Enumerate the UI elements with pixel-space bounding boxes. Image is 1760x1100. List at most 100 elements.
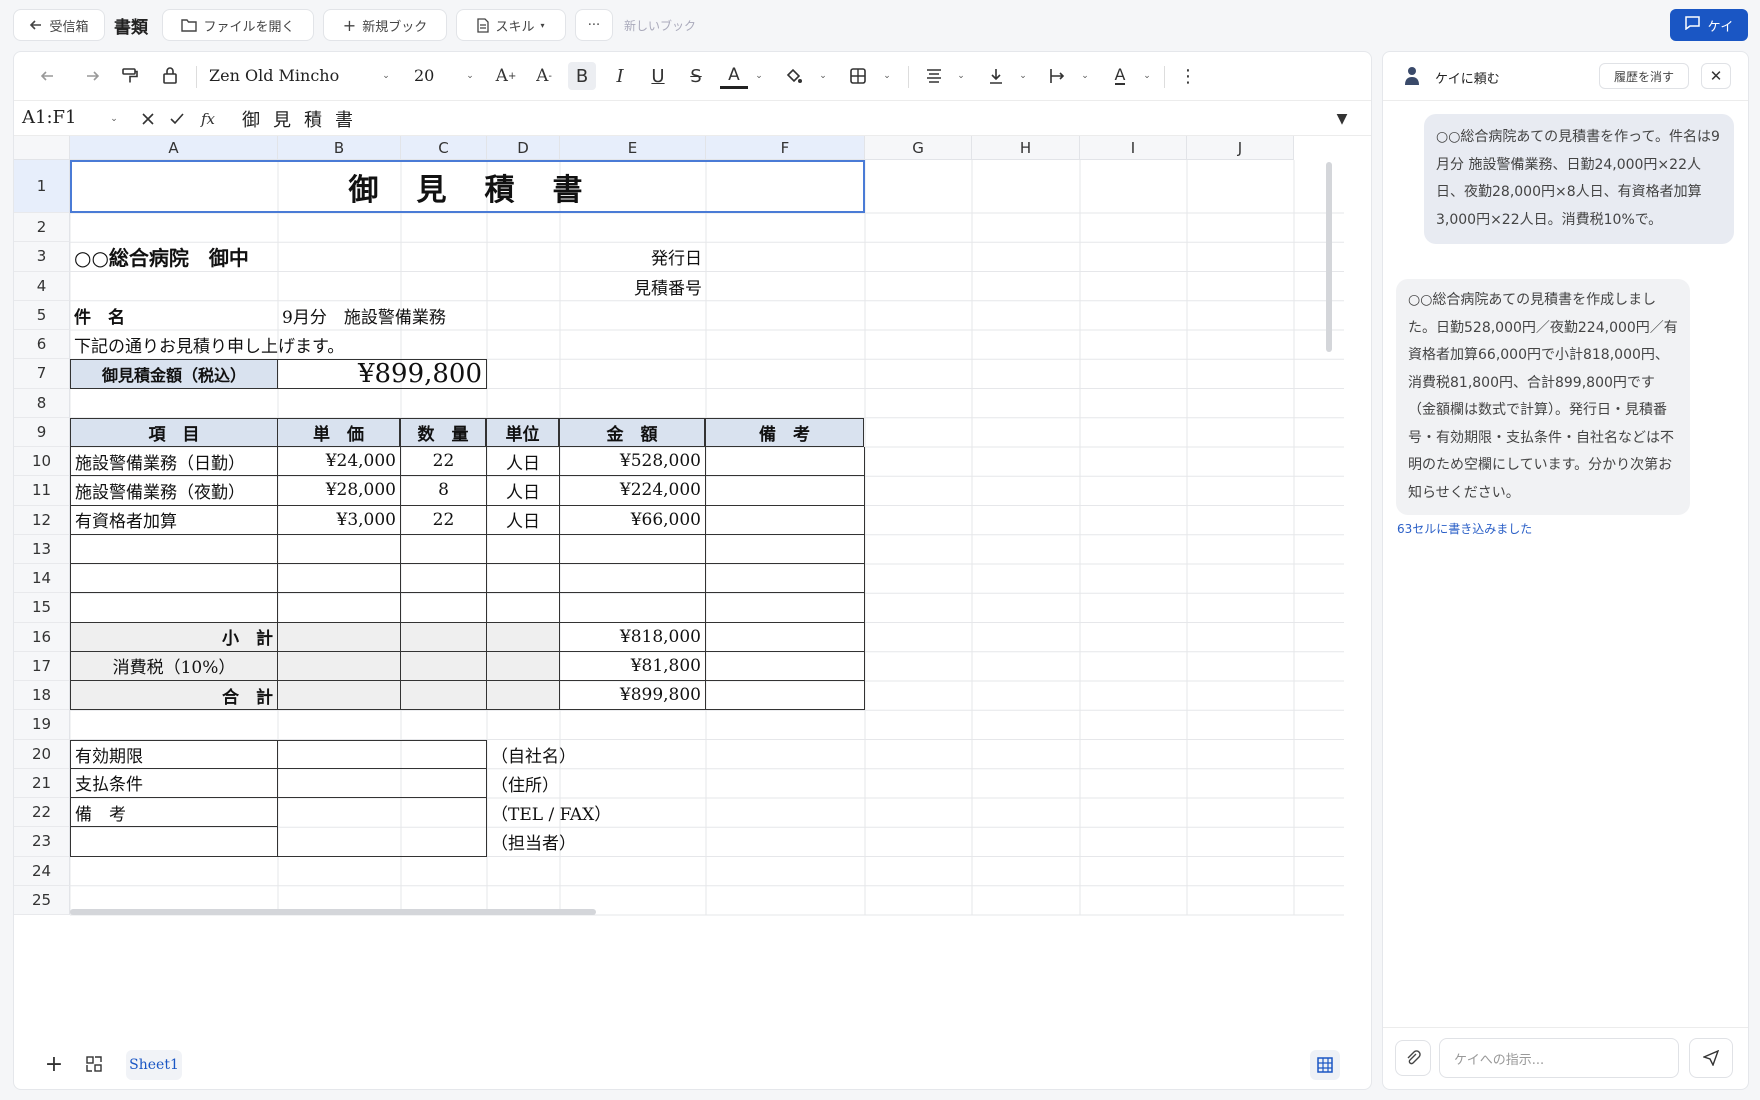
remarks-cell[interactable] — [706, 622, 865, 652]
vertical-align-icon[interactable] — [982, 62, 1010, 90]
item-remarks[interactable] — [706, 505, 865, 535]
column-header-g[interactable]: G — [865, 136, 972, 160]
strikethrough-icon[interactable]: S — [682, 62, 710, 90]
more-button[interactable]: ··· — [575, 9, 613, 41]
item-qty[interactable]: 8 — [401, 476, 487, 506]
chevron-down-icon[interactable]: ⌄ — [816, 62, 830, 90]
row-header-24[interactable]: 24 — [14, 856, 70, 886]
gray-cell[interactable] — [487, 651, 560, 681]
gray-cell[interactable] — [278, 681, 401, 711]
new-book-button[interactable]: + 新規ブック — [323, 9, 447, 41]
empty-table-cell[interactable] — [278, 564, 401, 594]
tax-value[interactable]: ¥81,800 — [560, 651, 706, 681]
gray-cell[interactable] — [487, 681, 560, 711]
align-icon[interactable] — [920, 62, 948, 90]
subject-label[interactable]: 件 名 — [70, 301, 278, 330]
horizontal-scrollbar[interactable] — [70, 909, 596, 915]
grid-view-icon[interactable] — [1310, 1050, 1340, 1080]
cancel-icon[interactable] — [138, 105, 158, 133]
row-header-3[interactable]: 3 — [14, 242, 70, 272]
item-name[interactable]: 施設警備業務（日勤） — [70, 447, 278, 477]
table-header[interactable]: 金 額 — [559, 417, 705, 447]
sheet-tab[interactable]: Sheet1 — [126, 1050, 182, 1080]
table-header[interactable]: 備 考 — [705, 417, 864, 447]
table-header[interactable]: 単 価 — [277, 417, 400, 447]
title-cell[interactable]: 御 見 積 書 — [70, 160, 865, 213]
empty-table-cell[interactable] — [70, 593, 278, 623]
item-unit[interactable]: 人日 — [487, 476, 560, 506]
row-header-1[interactable]: 1 — [14, 160, 70, 213]
font-color-icon[interactable]: A — [720, 64, 748, 89]
remarks-value[interactable] — [278, 798, 487, 857]
font-family-select[interactable]: Zen Old Mincho — [209, 66, 339, 85]
gray-cell[interactable] — [278, 651, 401, 681]
item-remarks[interactable] — [706, 476, 865, 506]
row-header-6[interactable]: 6 — [14, 330, 70, 360]
format-painter-icon[interactable] — [116, 62, 144, 90]
row-header-17[interactable]: 17 — [14, 651, 70, 681]
table-header[interactable]: 単位 — [486, 417, 559, 447]
fill-color-icon[interactable] — [780, 62, 808, 90]
grand-total-value[interactable]: ¥899,800 — [560, 681, 706, 711]
empty-table-cell[interactable] — [278, 534, 401, 564]
empty-table-cell[interactable] — [487, 593, 560, 623]
document-name[interactable]: 新しいブック — [624, 17, 696, 34]
empty-table-cell[interactable] — [70, 534, 278, 564]
row-header-19[interactable]: 19 — [14, 710, 70, 740]
item-unit[interactable]: 人日 — [487, 447, 560, 477]
column-header-e[interactable]: E — [560, 136, 706, 160]
column-header-c[interactable]: C — [401, 136, 487, 160]
undo-icon[interactable] — [36, 62, 64, 90]
item-price[interactable]: ¥28,000 — [278, 476, 401, 506]
remarks-cell[interactable] — [706, 681, 865, 711]
row-header-14[interactable]: 14 — [14, 564, 70, 594]
row-header-10[interactable]: 10 — [14, 447, 70, 477]
confirm-icon[interactable] — [167, 105, 187, 133]
column-header-a[interactable]: A — [70, 136, 278, 160]
redo-icon[interactable] — [76, 62, 104, 90]
empty-table-cell[interactable] — [278, 593, 401, 623]
tax-label[interactable]: 消費税（10%） — [70, 651, 278, 681]
row-header-15[interactable]: 15 — [14, 593, 70, 623]
tel-label[interactable]: （TEL / FAX） — [487, 798, 706, 827]
gray-cell[interactable] — [401, 681, 487, 711]
more-vertical-icon[interactable]: ⋮ — [1174, 62, 1202, 90]
address-label[interactable]: （住所） — [487, 769, 706, 798]
row-header-22[interactable]: 22 — [14, 798, 70, 828]
subtotal-label[interactable]: 小 計 — [70, 622, 278, 652]
empty-table-cell[interactable] — [487, 564, 560, 594]
empty-table-cell[interactable] — [706, 564, 865, 594]
remarks-extra[interactable] — [70, 827, 278, 857]
remarks-label[interactable]: 備 考 — [70, 798, 278, 828]
row-header-13[interactable]: 13 — [14, 534, 70, 564]
item-name[interactable]: 施設警備業務（夜勤） — [70, 476, 278, 506]
empty-table-cell[interactable] — [706, 534, 865, 564]
item-remarks[interactable] — [706, 447, 865, 477]
gray-cell[interactable] — [487, 622, 560, 652]
row-header-5[interactable]: 5 — [14, 300, 70, 330]
payment-value[interactable] — [278, 768, 487, 798]
row-header-23[interactable]: 23 — [14, 827, 70, 857]
clear-format-icon[interactable] — [156, 62, 184, 90]
remarks-cell[interactable] — [706, 651, 865, 681]
column-header-i[interactable]: I — [1080, 136, 1187, 160]
chevron-down-icon[interactable]: ⌄ — [752, 62, 766, 90]
add-sheet-icon[interactable]: + — [40, 1050, 68, 1078]
chevron-down-icon[interactable]: ⌄ — [378, 62, 394, 90]
text-rotation-icon[interactable]: A — [1106, 62, 1134, 90]
expand-formula-icon[interactable]: ▼ — [1332, 105, 1352, 133]
table-header[interactable]: 項 目 — [70, 417, 278, 447]
kei-toggle-button[interactable]: ケイ — [1670, 9, 1748, 41]
empty-table-cell[interactable] — [560, 534, 706, 564]
chevron-down-icon[interactable]: ⌄ — [1078, 62, 1092, 90]
row-header-8[interactable]: 8 — [14, 388, 70, 418]
subject-value[interactable]: 9月分 施設警備業務 — [278, 301, 560, 330]
function-icon[interactable]: fx — [197, 105, 219, 133]
row-header-7[interactable]: 7 — [14, 359, 70, 389]
row-header-25[interactable]: 25 — [14, 885, 70, 915]
item-amount[interactable]: ¥528,000 — [560, 447, 706, 477]
chevron-down-icon[interactable]: ⌄ — [462, 62, 478, 90]
table-header[interactable]: 数 量 — [400, 417, 486, 447]
row-header-4[interactable]: 4 — [14, 271, 70, 301]
bold-icon[interactable]: B — [568, 62, 596, 90]
